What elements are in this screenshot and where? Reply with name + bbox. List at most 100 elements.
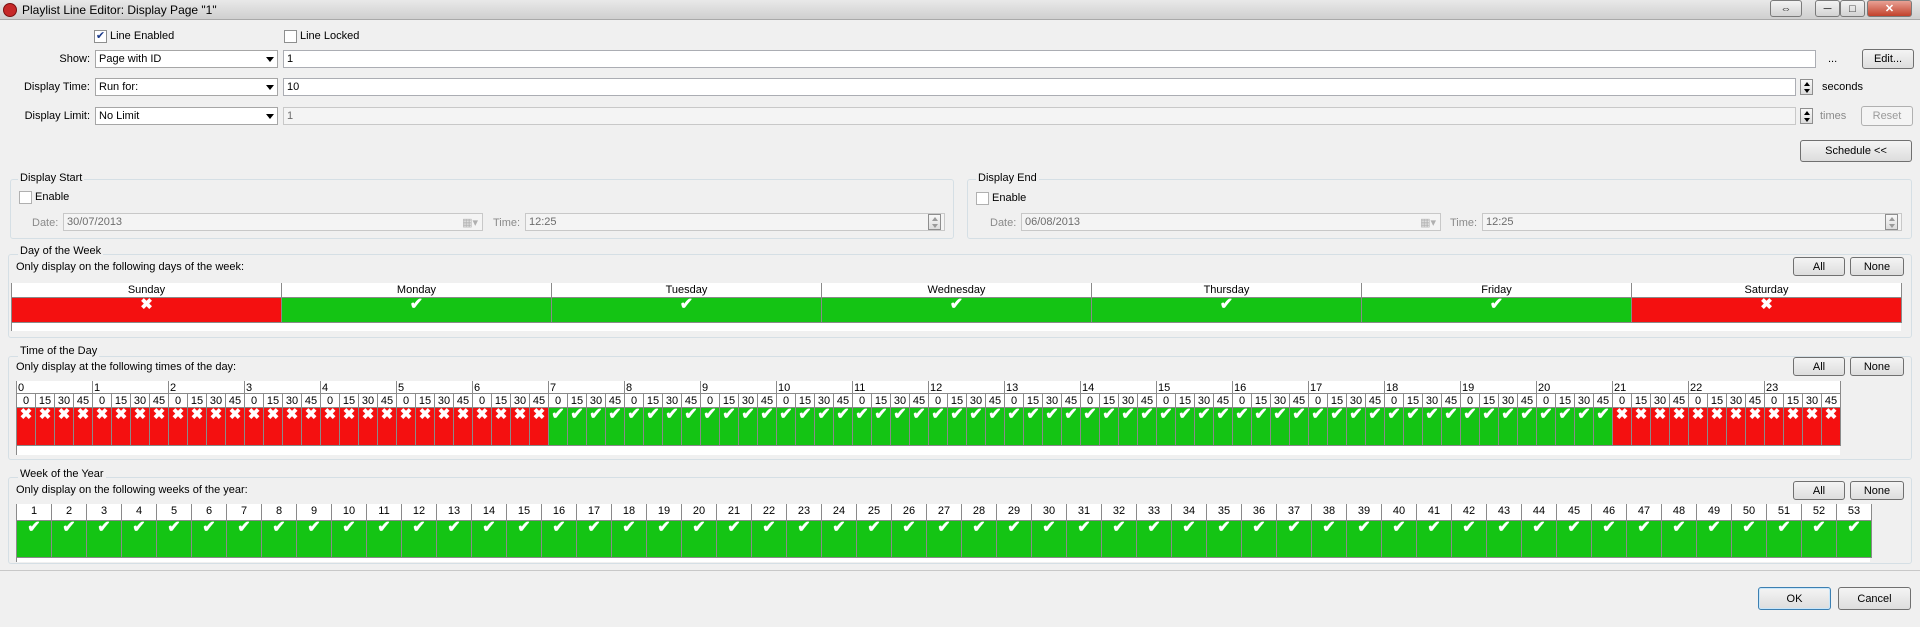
time-slot-toggle[interactable]: ✖ (340, 408, 359, 446)
spin-up-icon[interactable] (932, 217, 938, 221)
time-slot-toggle[interactable]: ✖ (492, 408, 511, 446)
display-limit-select[interactable]: No Limit (95, 107, 278, 125)
time-slot-toggle[interactable]: ✔ (1290, 408, 1309, 446)
time-slot-toggle[interactable]: ✖ (397, 408, 416, 446)
time-slot-toggle[interactable]: ✔ (1214, 408, 1233, 446)
week-toggle-32[interactable]: ✔ (1102, 521, 1137, 558)
time-slot-toggle[interactable]: ✔ (834, 408, 853, 446)
time-slot-toggle[interactable]: ✔ (758, 408, 777, 446)
week-toggle-7[interactable]: ✔ (227, 521, 262, 558)
week-toggle-53[interactable]: ✔ (1837, 521, 1872, 558)
week-toggle-19[interactable]: ✔ (647, 521, 682, 558)
day-toggle-thursday[interactable]: ✔ (1092, 298, 1362, 323)
title-bar[interactable]: Playlist Line Editor: Display Page "1" ⇔… (0, 0, 1920, 20)
time-slot-toggle[interactable]: ✖ (17, 408, 36, 446)
days-none-button[interactable]: None (1850, 257, 1904, 276)
calendar-icon[interactable]: ▦▾ (462, 216, 478, 229)
time-slot-toggle[interactable]: ✔ (967, 408, 986, 446)
time-slot-toggle[interactable]: ✔ (796, 408, 815, 446)
weeks-all-button[interactable]: All (1793, 481, 1845, 500)
restore-icon[interactable]: ⇔ (1770, 0, 1802, 17)
week-toggle-10[interactable]: ✔ (332, 521, 367, 558)
time-slot-toggle[interactable]: ✔ (1575, 408, 1594, 446)
week-toggle-21[interactable]: ✔ (717, 521, 752, 558)
time-slot-toggle[interactable]: ✔ (1138, 408, 1157, 446)
time-slot-toggle[interactable]: ✔ (1100, 408, 1119, 446)
time-slot-toggle[interactable]: ✔ (1233, 408, 1252, 446)
display-end-enable-checkbox[interactable] (976, 192, 989, 205)
show-browse-ellipsis[interactable]: ... (1828, 53, 1837, 65)
week-toggle-11[interactable]: ✔ (367, 521, 402, 558)
time-slot-toggle[interactable]: ✖ (1651, 408, 1670, 446)
week-toggle-20[interactable]: ✔ (682, 521, 717, 558)
time-slot-toggle[interactable]: ✔ (720, 408, 739, 446)
week-toggle-42[interactable]: ✔ (1452, 521, 1487, 558)
time-slot-toggle[interactable]: ✔ (625, 408, 644, 446)
time-slot-toggle[interactable]: ✔ (739, 408, 758, 446)
time-slot-toggle[interactable]: ✖ (1613, 408, 1632, 446)
week-toggle-40[interactable]: ✔ (1382, 521, 1417, 558)
spin-up-icon[interactable] (1889, 217, 1895, 221)
time-slot-toggle[interactable]: ✔ (644, 408, 663, 446)
time-slot-toggle[interactable]: ✖ (359, 408, 378, 446)
time-slot-toggle[interactable]: ✔ (891, 408, 910, 446)
times-none-button[interactable]: None (1850, 357, 1904, 376)
time-slot-toggle[interactable]: ✔ (1499, 408, 1518, 446)
times-all-button[interactable]: All (1793, 357, 1845, 376)
time-slot-toggle[interactable]: ✖ (1765, 408, 1784, 446)
time-slot-toggle[interactable]: ✔ (1157, 408, 1176, 446)
spin-down-icon[interactable] (932, 224, 938, 228)
time-slot-toggle[interactable]: ✔ (1442, 408, 1461, 446)
time-slot-toggle[interactable]: ✔ (986, 408, 1005, 446)
line-locked-checkbox[interactable] (284, 30, 297, 43)
display-start-time-spinner[interactable] (928, 214, 941, 230)
week-toggle-3[interactable]: ✔ (87, 521, 122, 558)
time-slot-toggle[interactable]: ✖ (226, 408, 245, 446)
spin-up-icon[interactable] (1804, 111, 1810, 115)
week-toggle-2[interactable]: ✔ (52, 521, 87, 558)
week-toggle-31[interactable]: ✔ (1067, 521, 1102, 558)
time-slot-toggle[interactable]: ✖ (283, 408, 302, 446)
time-slot-toggle[interactable]: ✔ (549, 408, 568, 446)
time-slot-toggle[interactable]: ✔ (606, 408, 625, 446)
time-slot-toggle[interactable]: ✖ (321, 408, 340, 446)
week-toggle-24[interactable]: ✔ (822, 521, 857, 558)
time-slot-toggle[interactable]: ✖ (1822, 408, 1841, 446)
week-toggle-43[interactable]: ✔ (1487, 521, 1522, 558)
week-toggle-1[interactable]: ✔ (17, 521, 52, 558)
time-slot-toggle[interactable]: ✔ (1404, 408, 1423, 446)
time-slot-toggle[interactable]: ✔ (587, 408, 606, 446)
weeks-none-button[interactable]: None (1850, 481, 1904, 500)
time-slot-toggle[interactable]: ✔ (815, 408, 834, 446)
time-slot-toggle[interactable]: ✔ (1043, 408, 1062, 446)
time-slot-toggle[interactable]: ✖ (511, 408, 530, 446)
time-slot-toggle[interactable]: ✖ (1727, 408, 1746, 446)
week-toggle-39[interactable]: ✔ (1347, 521, 1382, 558)
day-toggle-sunday[interactable]: ✖ (12, 298, 282, 323)
week-toggle-5[interactable]: ✔ (157, 521, 192, 558)
time-slot-toggle[interactable]: ✖ (131, 408, 150, 446)
day-toggle-wednesday[interactable]: ✔ (822, 298, 1092, 323)
time-slot-toggle[interactable]: ✖ (112, 408, 131, 446)
week-toggle-18[interactable]: ✔ (612, 521, 647, 558)
time-slot-toggle[interactable]: ✔ (1195, 408, 1214, 446)
week-toggle-22[interactable]: ✔ (752, 521, 787, 558)
time-slot-toggle[interactable]: ✖ (1670, 408, 1689, 446)
spin-down-icon[interactable] (1889, 224, 1895, 228)
time-slot-toggle[interactable]: ✔ (1347, 408, 1366, 446)
cancel-button[interactable]: Cancel (1838, 587, 1911, 610)
time-slot-toggle[interactable]: ✖ (378, 408, 397, 446)
time-slot-toggle[interactable]: ✔ (910, 408, 929, 446)
spin-down-icon[interactable] (1804, 118, 1810, 122)
time-slot-toggle[interactable]: ✖ (1689, 408, 1708, 446)
time-slot-toggle[interactable]: ✔ (1537, 408, 1556, 446)
week-toggle-44[interactable]: ✔ (1522, 521, 1557, 558)
week-toggle-45[interactable]: ✔ (1557, 521, 1592, 558)
week-toggle-51[interactable]: ✔ (1767, 521, 1802, 558)
time-slot-toggle[interactable]: ✖ (169, 408, 188, 446)
time-slot-toggle[interactable]: ✖ (245, 408, 264, 446)
time-slot-toggle[interactable]: ✔ (1594, 408, 1613, 446)
week-toggle-6[interactable]: ✔ (192, 521, 227, 558)
time-slot-toggle[interactable]: ✔ (1081, 408, 1100, 446)
ok-button[interactable]: OK (1758, 587, 1831, 610)
